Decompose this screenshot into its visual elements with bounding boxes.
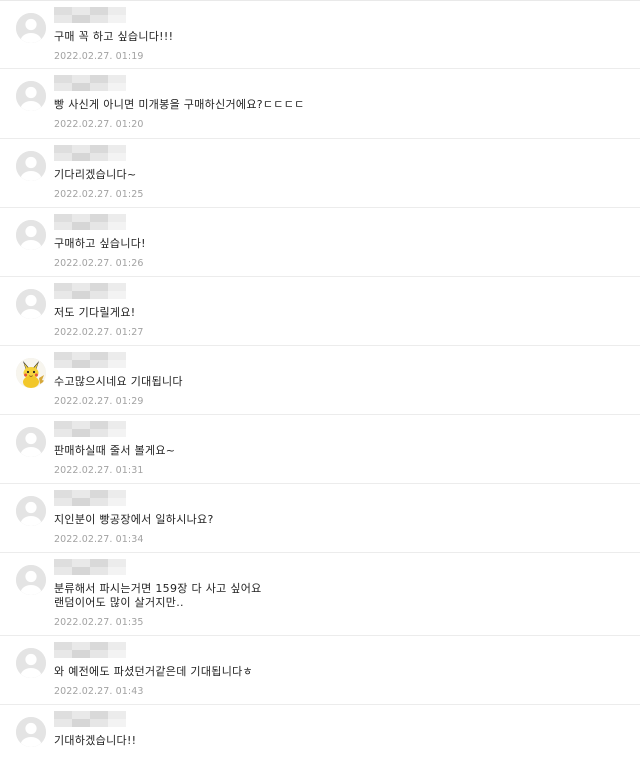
comment-text: 기다리겠습니다~ [54, 168, 137, 181]
comment-item: 저도 기다릴게요! 2022.02.27. 01:27 [0, 277, 640, 346]
author-name-blurred[interactable] [54, 7, 126, 23]
comment-timestamp: 2022.02.27. 01:43 [54, 686, 144, 697]
comment-item: 수고많으시네요 기대됩니다 2022.02.27. 01:29 [0, 346, 640, 415]
comment-timestamp: 2022.02.27. 01:26 [54, 258, 144, 269]
default-avatar-icon[interactable] [16, 496, 46, 526]
comment-timestamp: 2022.02.27. 01:34 [54, 534, 144, 545]
default-avatar-icon[interactable] [16, 151, 46, 181]
comment-item: 빵 사신게 아니면 미개봉을 구매하신거에요?ㄷㄷㄷㄷ 2022.02.27. … [0, 69, 640, 139]
author-name-blurred[interactable] [54, 214, 126, 230]
comment-text: 구매 꼭 하고 싶습니다!!! [54, 30, 174, 43]
comment-item: 기대하겠습니다!! [0, 705, 640, 765]
author-name-blurred[interactable] [54, 421, 126, 437]
comment-list: 구매 꼭 하고 싶습니다!!! 2022.02.27. 01:19 빵 사신게 … [0, 1, 640, 765]
comment-timestamp: 2022.02.27. 01:31 [54, 465, 144, 476]
comment-timestamp: 2022.02.27. 01:25 [54, 189, 144, 200]
comment-timestamp: 2022.02.27. 01:19 [54, 51, 144, 62]
comment-text: 수고많으시네요 기대됩니다 [54, 375, 183, 388]
comment-item: 지인분이 빵공장에서 일하시나요? 2022.02.27. 01:34 [0, 484, 640, 553]
comment-timestamp: 2022.02.27. 01:20 [54, 119, 144, 130]
author-name-blurred[interactable] [54, 75, 126, 91]
comment-text: 구매하고 싶습니다! [54, 237, 146, 250]
author-name-blurred[interactable] [54, 642, 126, 658]
default-avatar-icon[interactable] [16, 289, 46, 319]
comment-text: 와 예전에도 파셨던거같은데 기대됩니다ㅎ [54, 665, 253, 678]
default-avatar-icon[interactable] [16, 565, 46, 595]
author-name-blurred[interactable] [54, 711, 126, 727]
author-name-blurred[interactable] [54, 283, 126, 299]
comment-text: 분류해서 파시는거면 159장 다 사고 싶어요 랜덤이어도 많이 살거지만.. [54, 582, 262, 609]
default-avatar-icon[interactable] [16, 220, 46, 250]
comment-item: 구매 꼭 하고 싶습니다!!! 2022.02.27. 01:19 [0, 1, 640, 69]
comment-timestamp: 2022.02.27. 01:29 [54, 396, 144, 407]
default-avatar-icon[interactable] [16, 717, 46, 747]
comment-timestamp: 2022.02.27. 01:27 [54, 327, 144, 338]
comment-item: 와 예전에도 파셨던거같은데 기대됩니다ㅎ 2022.02.27. 01:43 [0, 636, 640, 705]
author-name-blurred[interactable] [54, 352, 126, 368]
default-avatar-icon[interactable] [16, 13, 46, 43]
author-name-blurred[interactable] [54, 490, 126, 506]
comment-text: 판매하실때 줄서 볼게요~ [54, 444, 176, 457]
default-avatar-icon[interactable] [16, 648, 46, 678]
pikachu-avatar-icon[interactable] [16, 358, 46, 388]
comment-item: 판매하실때 줄서 볼게요~ 2022.02.27. 01:31 [0, 415, 640, 484]
comment-item: 구매하고 싶습니다! 2022.02.27. 01:26 [0, 208, 640, 277]
comment-text: 기대하겠습니다!! [54, 734, 137, 747]
comment-timestamp: 2022.02.27. 01:35 [54, 617, 144, 628]
default-avatar-icon[interactable] [16, 427, 46, 457]
comment-text: 지인분이 빵공장에서 일하시나요? [54, 513, 214, 526]
author-name-blurred[interactable] [54, 559, 126, 575]
comment-item: 기다리겠습니다~ 2022.02.27. 01:25 [0, 139, 640, 208]
comment-item: 분류해서 파시는거면 159장 다 사고 싶어요 랜덤이어도 많이 살거지만..… [0, 553, 640, 636]
author-name-blurred[interactable] [54, 145, 126, 161]
comment-text: 빵 사신게 아니면 미개봉을 구매하신거에요?ㄷㄷㄷㄷ [54, 98, 305, 111]
default-avatar-icon[interactable] [16, 81, 46, 111]
comment-text: 저도 기다릴게요! [54, 306, 136, 319]
